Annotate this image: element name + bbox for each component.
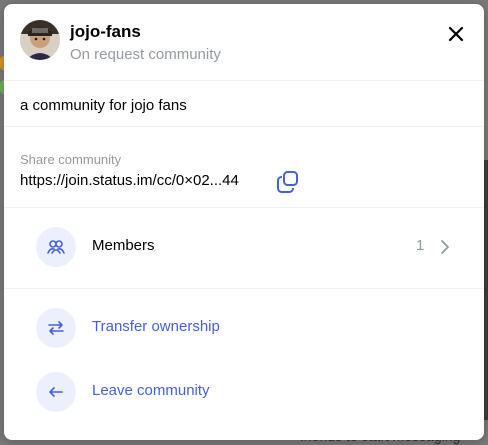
leave-community-row[interactable]: Leave community: [4, 360, 484, 424]
close-button[interactable]: [442, 20, 470, 48]
divider: [4, 80, 484, 81]
community-avatar: [20, 20, 60, 60]
community-name: jojo-fans: [70, 22, 141, 41]
close-icon: [448, 26, 464, 42]
leave-icon-circle: [36, 372, 76, 412]
transfer-ownership-row[interactable]: Transfer ownership: [4, 296, 484, 360]
arrow-left-icon: [49, 387, 63, 397]
members-row[interactable]: Members 1: [4, 215, 484, 279]
divider: [4, 288, 484, 289]
community-access-type: On request community: [70, 46, 221, 63]
members-label: Members: [92, 237, 155, 254]
copy-icon: [277, 171, 298, 193]
members-count: 1: [416, 237, 425, 254]
background-status-dot: [484, 160, 488, 420]
copy-link-button[interactable]: [276, 170, 300, 194]
divider: [4, 207, 484, 208]
share-community-label: Share community: [20, 152, 122, 167]
transfer-ownership-label: Transfer ownership: [92, 318, 220, 335]
transfer-arrows-icon: [48, 321, 64, 335]
modal-header: jojo-fans On request community: [4, 4, 484, 80]
community-description: a community for jojo fans: [20, 97, 187, 114]
leave-community-label: Leave community: [92, 382, 210, 399]
share-community-link[interactable]: https://join.status.im/cc/0×02...44: [20, 172, 239, 189]
chevron-right-icon: [441, 240, 449, 254]
members-icon-circle: [36, 227, 76, 267]
transfer-icon-circle: [36, 308, 76, 348]
members-icon: [47, 240, 65, 254]
community-info-modal: jojo-fans On request community a communi…: [4, 4, 484, 440]
divider: [4, 126, 484, 127]
